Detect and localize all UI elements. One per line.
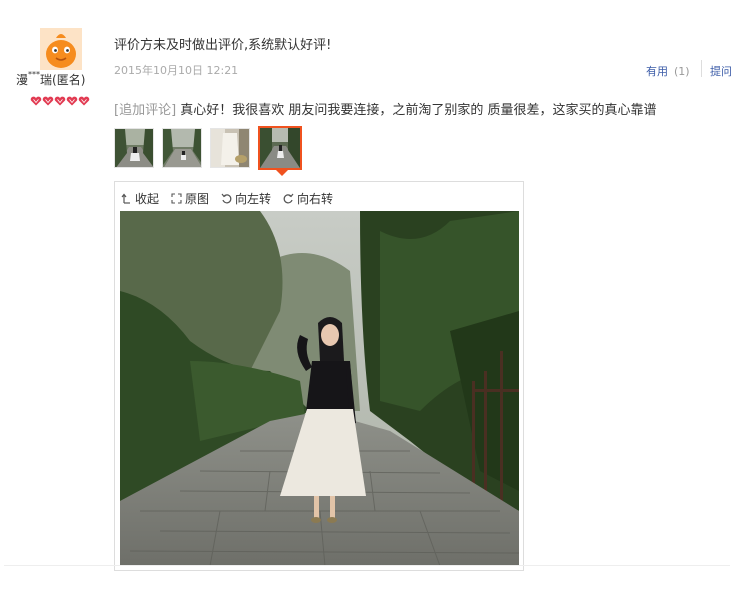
username-mask: ***: [28, 70, 41, 79]
avatar[interactable]: [40, 28, 82, 70]
useful-button[interactable]: 有用 (1): [646, 63, 690, 79]
thumbnail-2[interactable]: [162, 128, 202, 168]
divider: [701, 60, 702, 77]
username[interactable]: 漫***瑞(匿名): [16, 70, 108, 88]
image-viewer: 收起 原图 向左转 向右转: [114, 181, 524, 571]
rotate-right-label: 向右转: [297, 192, 334, 206]
rotate-right-button[interactable]: 向右转: [283, 190, 333, 207]
collapse-icon: [121, 193, 132, 204]
rotate-left-button[interactable]: 向左转: [221, 190, 271, 207]
collapse-button[interactable]: 收起: [121, 190, 159, 207]
ask-link[interactable]: 提问: [710, 63, 732, 79]
useful-count: (1): [674, 65, 690, 78]
review-text: 评价方未及时做出评价,系统默认好评!: [114, 38, 332, 53]
collapse-label: 收起: [135, 192, 160, 206]
heart-icon: [78, 91, 90, 106]
photo-garden-path-image: [120, 211, 519, 566]
fullscreen-icon: [171, 193, 182, 204]
append-review: [追加评论] 真心好！我很喜欢 朋友问我要连接，之前淘了别家的 质量很差，这家买…: [114, 99, 657, 118]
review-photo: [120, 211, 519, 566]
original-label: 原图: [185, 192, 210, 206]
viewer-toolbar: 收起 原图 向左转 向右转: [121, 190, 345, 207]
heart-icon: [54, 91, 66, 106]
append-text: 真心好！我很喜欢 朋友问我要连接，之前淘了别家的 质量很差，这家买的真心靠谱: [180, 103, 657, 118]
anonymous-label: (匿名): [52, 73, 86, 87]
thumbnail-strip: [114, 126, 310, 170]
useful-label: 有用: [646, 65, 668, 78]
heart-icon: [30, 91, 42, 106]
avatar-mascot-icon: [40, 28, 82, 70]
rotate-left-label: 向左转: [235, 192, 272, 206]
divider: [4, 565, 730, 566]
original-image-button[interactable]: 原图: [171, 190, 209, 207]
append-tag: [追加评论]: [114, 103, 177, 118]
rotate-right-icon: [283, 193, 294, 204]
thumbnail-1[interactable]: [114, 128, 154, 168]
selected-thumbnail-pointer: [276, 170, 288, 176]
username-prefix: 漫: [16, 73, 29, 87]
review-date: 2015年10月10日 12:21: [114, 64, 239, 77]
heart-icon: [66, 91, 78, 106]
thumbnail-3[interactable]: [210, 128, 250, 168]
buyer-rank-badge: [30, 91, 90, 106]
username-suffix: 瑞: [40, 73, 53, 87]
rotate-left-icon: [221, 193, 232, 204]
thumbnail-4-selected[interactable]: [258, 126, 302, 170]
heart-icon: [42, 91, 54, 106]
